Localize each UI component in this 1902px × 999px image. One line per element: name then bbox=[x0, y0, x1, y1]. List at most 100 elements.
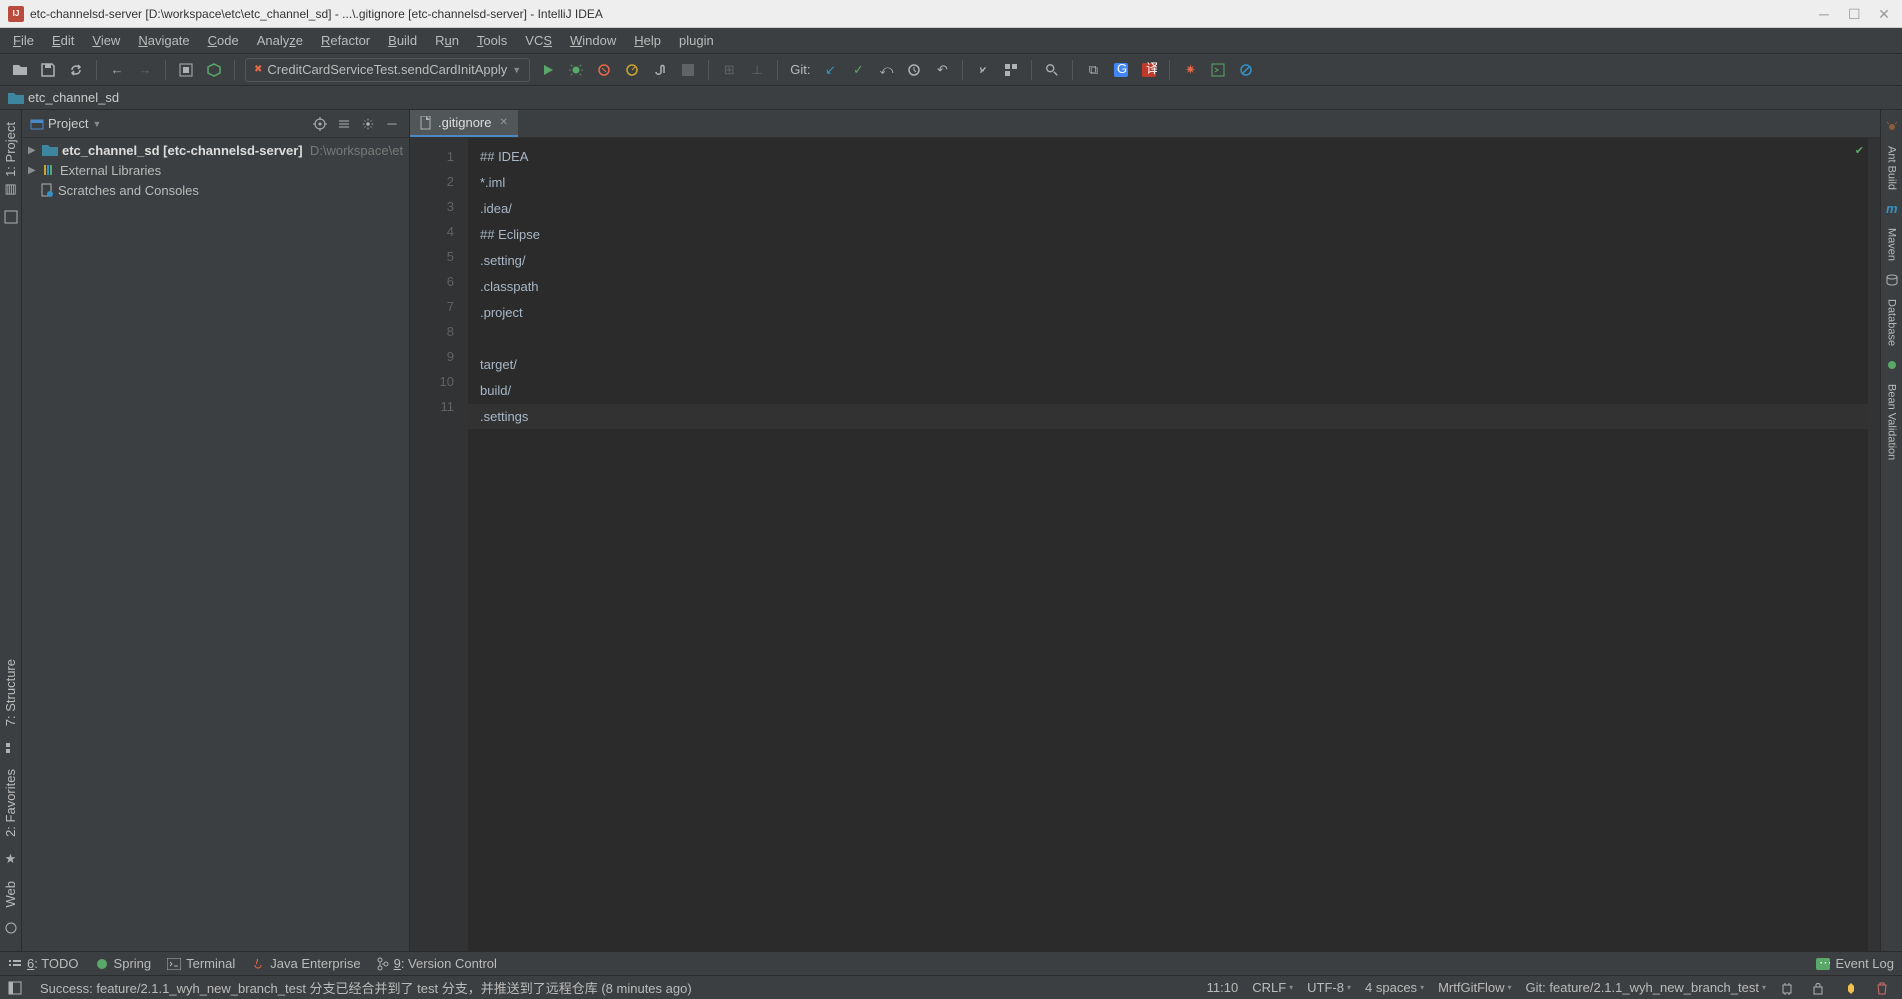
tool-favorites-button[interactable]: 2: Favorites bbox=[1, 761, 20, 845]
baidu-button[interactable]: 译 bbox=[1137, 58, 1161, 82]
tool-structure-button[interactable]: 7: Structure bbox=[1, 651, 20, 734]
translate-button[interactable]: G bbox=[1109, 58, 1133, 82]
menu-window[interactable]: Window bbox=[561, 28, 625, 53]
build-button[interactable] bbox=[202, 58, 226, 82]
sync-button[interactable] bbox=[64, 58, 88, 82]
status-inspector-icon[interactable] bbox=[1844, 981, 1862, 995]
menu-vcs[interactable]: VCS bbox=[516, 28, 561, 53]
tool-terminal-button[interactable]: Terminal bbox=[167, 956, 235, 971]
database-icon[interactable] bbox=[1885, 273, 1899, 287]
panel-settings-button[interactable] bbox=[359, 115, 377, 133]
window-minimize-button[interactable]: ─ bbox=[1818, 8, 1830, 20]
tool-maven-button[interactable]: Maven bbox=[1884, 220, 1900, 269]
stop-button[interactable] bbox=[676, 58, 700, 82]
save-all-button[interactable] bbox=[36, 58, 60, 82]
menu-view[interactable]: View bbox=[83, 28, 129, 53]
locate-button[interactable] bbox=[311, 115, 329, 133]
window-close-button[interactable]: ✕ bbox=[1878, 8, 1890, 20]
collapse-all-button[interactable] bbox=[335, 115, 353, 133]
editor-code[interactable]: ## IDEA *.iml .idea/ ## Eclipse .setting… bbox=[468, 138, 1868, 951]
tool-a-icon[interactable]: ⊞ bbox=[717, 58, 741, 82]
project-tree[interactable]: ▶ etc_channel_sd [etc-channelsd-server] … bbox=[22, 138, 409, 951]
git-commit-button[interactable]: ✓ bbox=[846, 58, 870, 82]
tool-javaee-button[interactable]: Java Enterprise bbox=[251, 956, 360, 971]
run-anything-button[interactable] bbox=[1206, 58, 1230, 82]
menu-tools[interactable]: Tools bbox=[468, 28, 516, 53]
nav-forward-button[interactable]: → bbox=[133, 58, 157, 82]
tool-database-button[interactable]: Database bbox=[1884, 291, 1900, 354]
panel-hide-button[interactable]: ─ bbox=[383, 115, 401, 133]
profile-button[interactable] bbox=[620, 58, 644, 82]
editor-body[interactable]: 1234567891011 ## IDEA *.iml .idea/ ## Ec… bbox=[410, 138, 1880, 951]
settings-button[interactable] bbox=[971, 58, 995, 82]
git-compare-button[interactable]: ⤺ bbox=[874, 58, 898, 82]
tool-project-button[interactable]: ▤1: Project bbox=[1, 114, 20, 204]
nav-back-button[interactable]: ← bbox=[105, 58, 129, 82]
no-entry-icon[interactable] bbox=[1234, 58, 1258, 82]
tree-root-node[interactable]: ▶ etc_channel_sd [etc-channelsd-server] … bbox=[22, 140, 409, 160]
tool-windows-toggle-button[interactable] bbox=[8, 981, 26, 995]
editor-gutter[interactable]: 1234567891011 bbox=[410, 138, 468, 951]
project-structure-button[interactable] bbox=[999, 58, 1023, 82]
tab-label: .gitignore bbox=[438, 115, 491, 130]
menu-refactor[interactable]: Refactor bbox=[312, 28, 379, 53]
menu-navigate[interactable]: Navigate bbox=[129, 28, 198, 53]
bottom-tool-bar: 6: TODO Spring Terminal Java Enterprise … bbox=[0, 951, 1902, 975]
menu-analyze[interactable]: Analyze bbox=[248, 28, 312, 53]
git-history-button[interactable] bbox=[902, 58, 926, 82]
git-update-button[interactable]: ↙ bbox=[818, 58, 842, 82]
tool-nav-icon[interactable] bbox=[4, 210, 18, 224]
coverage-button[interactable] bbox=[592, 58, 616, 82]
menu-edit[interactable]: Edit bbox=[43, 28, 83, 53]
status-indent[interactable]: 4 spaces bbox=[1365, 980, 1424, 995]
stop-background-button[interactable] bbox=[174, 58, 198, 82]
tab-close-button[interactable]: ✕ bbox=[499, 117, 507, 128]
attach-button[interactable] bbox=[648, 58, 672, 82]
menu-help[interactable]: Help bbox=[625, 28, 670, 53]
status-line-separator[interactable]: CRLF bbox=[1252, 980, 1293, 995]
status-git-branch[interactable]: Git: feature/2.1.1_wyh_new_branch_test bbox=[1526, 980, 1766, 995]
editor-tab-gitignore[interactable]: .gitignore ✕ bbox=[410, 110, 518, 137]
breadcrumb-root[interactable]: etc_channel_sd bbox=[28, 90, 119, 105]
menu-plugin[interactable]: plugin bbox=[670, 28, 723, 53]
navigation-bar[interactable]: etc_channel_sd bbox=[0, 86, 1902, 110]
tool-ant-button[interactable]: Ant Build bbox=[1884, 138, 1900, 198]
debug-button[interactable] bbox=[564, 58, 588, 82]
status-memory-icon[interactable] bbox=[1780, 981, 1798, 995]
menu-code[interactable]: Code bbox=[199, 28, 248, 53]
tool-spring-button[interactable]: Spring bbox=[95, 956, 152, 971]
status-lock-icon[interactable] bbox=[1812, 981, 1830, 995]
expand-arrow-icon[interactable]: ▶ bbox=[28, 145, 40, 156]
run-button[interactable] bbox=[536, 58, 560, 82]
status-message[interactable]: Success: feature/2.1.1_wyh_new_branch_te… bbox=[40, 978, 1193, 997]
status-trash-icon[interactable] bbox=[1876, 981, 1894, 995]
run-configuration-selector[interactable]: ✖ CreditCardServiceTest.sendCardInitAppl… bbox=[245, 58, 530, 82]
status-gitflow[interactable]: MrtfGitFlow bbox=[1438, 980, 1511, 995]
tree-external-libraries[interactable]: ▶ External Libraries bbox=[22, 160, 409, 180]
stack-button[interactable]: ✷ bbox=[1178, 58, 1202, 82]
tree-scratches[interactable]: Scratches and Consoles bbox=[22, 180, 409, 200]
status-encoding[interactable]: UTF-8 bbox=[1307, 980, 1351, 995]
git-revert-button[interactable]: ↶ bbox=[930, 58, 954, 82]
tool-todo-button[interactable]: 6: TODO bbox=[8, 956, 79, 971]
bean-icon[interactable] bbox=[1885, 358, 1899, 372]
window-maximize-button[interactable]: ☐ bbox=[1848, 8, 1860, 20]
status-caret-position[interactable]: 11:10 bbox=[1207, 980, 1239, 995]
tool-b-icon[interactable]: ⊥ bbox=[745, 58, 769, 82]
tool-bean-validation-button[interactable]: Bean Validation bbox=[1884, 376, 1900, 468]
menu-file[interactable]: File bbox=[4, 28, 43, 53]
menu-build[interactable]: Build bbox=[379, 28, 426, 53]
tool-web-button[interactable]: Web bbox=[1, 873, 20, 916]
editor-marker-strip[interactable] bbox=[1868, 138, 1880, 951]
toolbox-button[interactable]: ⧉ bbox=[1081, 58, 1105, 82]
search-button[interactable] bbox=[1040, 58, 1064, 82]
tool-event-log-button[interactable]: ⋯Event Log bbox=[1816, 956, 1894, 971]
ant-icon[interactable] bbox=[1885, 120, 1899, 134]
maven-icon[interactable]: m bbox=[1885, 202, 1899, 216]
open-button[interactable] bbox=[8, 58, 32, 82]
expand-arrow-icon[interactable]: ▶ bbox=[28, 165, 40, 176]
menu-run[interactable]: Run bbox=[426, 28, 468, 53]
inspection-ok-icon[interactable]: ✔ bbox=[1855, 144, 1864, 157]
project-view-selector[interactable]: Project ▼ bbox=[30, 116, 305, 131]
tool-version-control-button[interactable]: 9: Version Control bbox=[377, 956, 497, 971]
